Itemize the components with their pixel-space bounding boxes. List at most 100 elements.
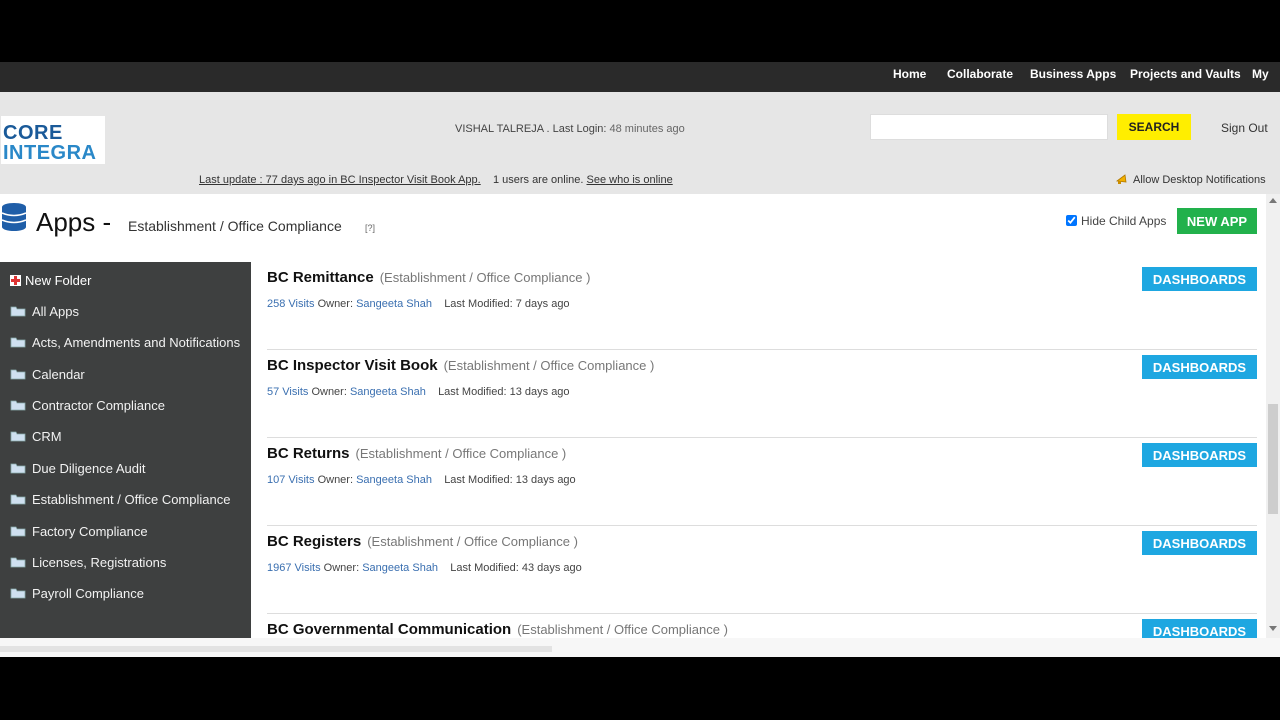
letterbox-bottom [0, 657, 1280, 720]
app-name[interactable]: BC Governmental Communication [267, 621, 511, 638]
logo[interactable]: CORE INTEGRA [1, 116, 105, 164]
nav-my[interactable]: My [1252, 62, 1269, 92]
app-category: (Establishment / Office Compliance ) [517, 622, 728, 637]
app-row: BC Governmental Communication (Establishm… [267, 613, 1257, 638]
new-folder-button[interactable]: New Folder [10, 273, 91, 288]
app-visits[interactable]: 258 Visits [267, 298, 315, 310]
folder-icon [10, 431, 26, 442]
sign-out-link[interactable]: Sign Out [1221, 121, 1268, 135]
app-owner[interactable]: Sangeeta Shah [350, 386, 426, 398]
app-meta: 258 Visits Owner: Sangeeta Shah Last Mod… [267, 298, 570, 310]
folder-icon [10, 557, 26, 568]
app-owner[interactable]: Sangeeta Shah [362, 562, 438, 574]
app-visits[interactable]: 107 Visits [267, 474, 315, 486]
dashboards-button[interactable]: DASHBOARDS [1142, 355, 1257, 379]
scroll-down-icon[interactable] [1269, 626, 1277, 631]
new-folder-label: New Folder [25, 273, 92, 288]
owner-label: Owner: [317, 298, 354, 310]
app-category: (Establishment / Office Compliance ) [443, 358, 655, 373]
sidebar-item-label: Contractor Compliance [32, 398, 165, 413]
vertical-scrollbar[interactable] [1266, 194, 1280, 638]
app-owner[interactable]: Sangeeta Shah [356, 298, 432, 310]
sidebar-item-label: All Apps [32, 304, 79, 319]
search-input[interactable] [870, 114, 1108, 140]
last-update-link[interactable]: Last update : 77 days ago in BC Inspecto… [199, 174, 481, 186]
sidebar: New Folder All Apps Acts, Amendments and… [0, 262, 251, 638]
sidebar-item-payroll-compliance[interactable]: Payroll Compliance [10, 586, 144, 601]
sidebar-item-all-apps[interactable]: All Apps [10, 304, 79, 319]
hide-child-apps-checkbox[interactable] [1066, 215, 1077, 226]
sidebar-item-factory-compliance[interactable]: Factory Compliance [10, 524, 148, 539]
dashboards-button[interactable]: DASHBOARDS [1142, 443, 1257, 467]
app-row: BC Remittance (Establishment / Office Com… [267, 261, 1257, 350]
horizontal-scrollbar-thumb[interactable] [0, 646, 552, 652]
header: CORE INTEGRA VISHAL TALREJA . Last Login… [0, 92, 1280, 194]
folder-icon [10, 337, 26, 348]
allow-notifications[interactable]: Allow Desktop Notifications [1116, 174, 1266, 186]
scrollbar-thumb[interactable] [1268, 404, 1278, 514]
new-app-button[interactable]: NEW APP [1177, 208, 1257, 234]
app-name[interactable]: BC Remittance [267, 269, 374, 286]
folder-icon [10, 463, 26, 474]
app-name[interactable]: BC Registers [267, 533, 361, 550]
app-title[interactable]: BC Governmental Communication (Establishm… [267, 621, 728, 638]
sidebar-item-due-diligence-audit[interactable]: Due Diligence Audit [10, 461, 145, 476]
sidebar-item-licenses-registrations[interactable]: Licenses, Registrations [10, 555, 166, 570]
folder-icon [10, 306, 26, 317]
users-online: 1 users are online. [492, 174, 584, 186]
app-row: BC Registers (Establishment / Office Comp… [267, 525, 1257, 614]
app-visits[interactable]: 1967 Visits [267, 562, 321, 574]
modified-label: Last Modified: [444, 474, 513, 486]
user-name: VISHAL TALREJA [455, 123, 544, 135]
folder-icon [10, 369, 26, 380]
database-icon [1, 203, 27, 231]
sidebar-item-establishment-office-compliance[interactable]: Establishment / Office Compliance [10, 492, 230, 507]
app-title[interactable]: BC Returns (Establishment / Office Compli… [267, 445, 566, 462]
sidebar-item-label: Acts, Amendments and Notifications [32, 335, 241, 350]
sidebar-item-crm[interactable]: CRM [10, 429, 62, 444]
modified-label: Last Modified: [450, 562, 519, 574]
app-modified: 7 days ago [515, 298, 570, 310]
bell-icon [1116, 174, 1127, 185]
sidebar-item-label: Factory Compliance [32, 524, 148, 539]
nav-projects-and-vaults[interactable]: Projects and Vaults [1130, 62, 1241, 92]
app-row: BC Returns (Establishment / Office Compli… [267, 437, 1257, 526]
dashboards-button[interactable]: DASHBOARDS [1142, 619, 1257, 638]
sidebar-item-label: Due Diligence Audit [32, 461, 146, 476]
owner-label: Owner: [323, 562, 360, 574]
scroll-up-icon[interactable] [1269, 198, 1277, 203]
hide-child-apps-toggle[interactable]: Hide Child Apps [1066, 214, 1166, 228]
dashboards-button[interactable]: DASHBOARDS [1142, 267, 1257, 291]
app-owner[interactable]: Sangeeta Shah [356, 474, 432, 486]
app-visits[interactable]: 57 Visits [267, 386, 308, 398]
app-category: (Establishment / Office Compliance ) [367, 534, 578, 549]
nav-business-apps[interactable]: Business Apps [1030, 62, 1116, 92]
app-meta: 1967 Visits Owner: Sangeeta Shah Last Mo… [267, 562, 582, 574]
search-button[interactable]: SEARCH [1117, 114, 1191, 140]
horizontal-scrollbar[interactable] [0, 638, 1280, 657]
dashboards-button[interactable]: DASHBOARDS [1142, 531, 1257, 555]
modified-label: Last Modified: [438, 386, 507, 398]
folder-icon [10, 400, 26, 411]
sidebar-item-label: Payroll Compliance [32, 586, 144, 601]
app-title[interactable]: BC Remittance (Establishment / Office Com… [267, 269, 590, 286]
sidebar-item-contractor-compliance[interactable]: Contractor Compliance [10, 398, 165, 413]
app-title[interactable]: BC Inspector Visit Book (Establishment / … [267, 357, 654, 374]
sidebar-item-label: Licenses, Registrations [32, 555, 167, 570]
sidebar-item-label: CRM [32, 429, 62, 444]
app-title[interactable]: BC Registers (Establishment / Office Comp… [267, 533, 578, 550]
help-link[interactable]: [?] [365, 223, 375, 233]
app-modified: 13 days ago [509, 386, 570, 398]
plus-icon [10, 275, 21, 286]
app-name[interactable]: BC Inspector Visit Book [267, 357, 438, 374]
app-name[interactable]: BC Returns [267, 445, 350, 462]
sidebar-item-calendar[interactable]: Calendar [10, 367, 85, 382]
nav-home[interactable]: Home [893, 62, 926, 92]
sidebar-item-acts-amendments[interactable]: Acts, Amendments and Notifications [10, 335, 240, 350]
last-login-label: . Last Login: [546, 123, 607, 135]
see-who-online-link[interactable]: See who is online [587, 174, 673, 186]
user-info: VISHAL TALREJA . Last Login: 48 minutes … [455, 123, 685, 135]
nav-collaborate[interactable]: Collaborate [947, 62, 1013, 92]
app-category: (Establishment / Office Compliance ) [355, 446, 567, 461]
folder-icon [10, 526, 26, 537]
